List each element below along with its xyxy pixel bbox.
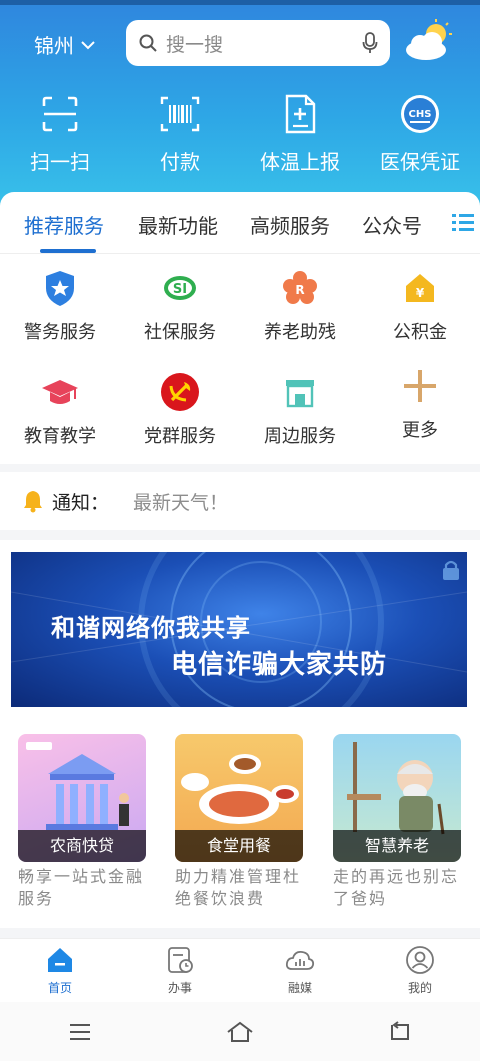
tab-public-account[interactable]: 公众号 xyxy=(362,210,422,239)
elderly-care-icon: R xyxy=(283,271,317,304)
medical-insurance-icon: CHS xyxy=(401,95,439,133)
service-party-label: 党群服务 xyxy=(144,426,216,447)
search-bar[interactable]: 搜一搜 xyxy=(126,20,390,66)
service-party[interactable]: 党群服务 xyxy=(120,372,240,448)
system-navigation xyxy=(0,1002,480,1061)
service-police[interactable]: 警务服务 xyxy=(0,268,120,344)
search-icon xyxy=(139,34,157,52)
bell-icon xyxy=(24,491,42,513)
nav-services-label: 办事 xyxy=(167,981,192,995)
banner-line1: 和谐网络你我共享 xyxy=(51,614,251,642)
menu-icon[interactable] xyxy=(66,1020,94,1044)
notice-bar[interactable]: 通知： 最新天气！ xyxy=(0,472,480,530)
feature-card-loan[interactable]: 农商快贷 畅享一站式金融服务 xyxy=(18,734,146,910)
service-elderly-care[interactable]: R 养老助残 xyxy=(240,268,360,344)
feature-caption-loan: 农商快贷 xyxy=(18,830,146,862)
home-outline-icon[interactable] xyxy=(226,1020,254,1044)
weather-icon[interactable] xyxy=(402,18,456,62)
plus-icon xyxy=(404,370,436,402)
microphone-icon[interactable] xyxy=(362,32,378,54)
service-elderly-care-label: 养老助残 xyxy=(264,322,336,343)
home-icon xyxy=(48,948,72,972)
chevron-down-icon xyxy=(81,40,95,49)
service-tabs: 推荐服务 最新功能 高频服务 公众号 xyxy=(0,192,480,254)
active-tab-indicator xyxy=(40,249,96,253)
feature-image-loan: 农商快贷 xyxy=(18,734,146,862)
service-housing-fund-label: 公积金 xyxy=(393,322,447,343)
service-housing-fund[interactable]: ¥ 公积金 xyxy=(360,268,480,344)
nav-home[interactable]: 首页 xyxy=(0,939,120,1002)
nav-media[interactable]: 融媒 xyxy=(240,939,360,1002)
quick-medical-label: 医保凭证 xyxy=(380,150,460,174)
service-education-label: 教育教学 xyxy=(24,426,96,447)
quick-scan[interactable]: 扫一扫 xyxy=(0,92,120,182)
task-clock-icon xyxy=(168,947,193,973)
city-label: 锦州 xyxy=(34,34,74,58)
feature-desc-canteen: 助力精准管理杜绝餐饮浪费 xyxy=(175,867,302,908)
feature-desc-elderly: 走的再远也别忘了爸妈 xyxy=(333,867,460,908)
service-nearby[interactable]: 周边服务 xyxy=(240,372,360,448)
barcode-icon xyxy=(160,96,200,132)
quick-actions: 扫一扫 付款 体温上报 CHS 医保凭证 xyxy=(0,92,480,182)
search-input[interactable]: 搜一搜 xyxy=(166,30,362,57)
feature-caption-canteen: 食堂用餐 xyxy=(175,830,303,862)
feature-image-canteen: 食堂用餐 xyxy=(175,734,303,862)
banner-anti-fraud[interactable]: 和谐网络你我共享 电信诈骗大家共防 xyxy=(11,552,467,707)
city-selector[interactable]: 锦州 xyxy=(34,30,96,59)
feature-desc-loan: 畅享一站式金融服务 xyxy=(18,867,145,908)
svg-text:SI: SI xyxy=(173,282,187,297)
feature-card-canteen[interactable]: 食堂用餐 助力精准管理杜绝餐饮浪费 xyxy=(175,734,303,910)
quick-pay-label: 付款 xyxy=(160,150,200,174)
svg-text:CHS: CHS xyxy=(409,109,432,120)
feature-caption-elderly: 智慧养老 xyxy=(333,830,461,862)
service-social-security[interactable]: SI 社保服务 xyxy=(120,268,240,344)
graduation-cap-icon xyxy=(42,380,78,404)
services-card: 推荐服务 最新功能 高频服务 公众号 警务服务 SI 社保服务 R 养老助残 ¥… xyxy=(0,192,480,464)
health-report-icon xyxy=(285,94,316,134)
notice-text: 最新天气！ xyxy=(133,491,229,514)
social-security-icon: SI xyxy=(164,276,196,300)
bottom-navigation: 首页 办事 融媒 我的 xyxy=(0,938,480,1002)
lock-icon xyxy=(443,560,459,580)
feature-cards: 农商快贷 畅享一站式金融服务 食堂用餐 助力精准管理杜绝餐饮浪费 智慧养老 走的… xyxy=(0,718,480,928)
notice-label: 通知： xyxy=(52,491,110,514)
tab-frequent[interactable]: 高频服务 xyxy=(250,210,330,239)
nav-media-label: 融媒 xyxy=(287,981,312,995)
feature-card-elderly[interactable]: 智慧养老 走的再远也别忘了爸妈 xyxy=(333,734,461,910)
svg-text:R: R xyxy=(295,283,304,297)
quick-medical-insurance[interactable]: CHS 医保凭证 xyxy=(360,92,480,182)
nav-services[interactable]: 办事 xyxy=(120,939,240,1002)
nav-profile-label: 我的 xyxy=(407,981,432,995)
banner-section: 和谐网络你我共享 电信诈骗大家共防 xyxy=(0,540,480,718)
feature-image-elderly: 智慧养老 xyxy=(333,734,461,862)
quick-pay[interactable]: 付款 xyxy=(120,92,240,182)
back-icon[interactable] xyxy=(386,1020,414,1044)
user-icon xyxy=(406,946,434,974)
service-social-security-label: 社保服务 xyxy=(144,322,216,343)
status-strip xyxy=(0,0,480,5)
header: 锦州 搜一搜 扫一扫 付款 体温上报 CHS 医保凭证 xyxy=(0,0,480,215)
list-menu-icon[interactable] xyxy=(450,210,476,236)
tab-new-features[interactable]: 最新功能 xyxy=(138,210,218,239)
banner-line2: 电信诈骗大家共防 xyxy=(171,650,388,680)
cloud-chart-icon xyxy=(285,950,315,970)
quick-temperature-label: 体温上报 xyxy=(260,150,340,174)
svg-text:¥: ¥ xyxy=(416,286,425,300)
housing-fund-icon: ¥ xyxy=(406,274,434,302)
tab-recommended[interactable]: 推荐服务 xyxy=(24,210,104,239)
police-shield-icon xyxy=(46,271,74,306)
storefront-icon xyxy=(286,380,314,408)
party-emblem-icon xyxy=(161,373,199,411)
service-more[interactable]: 更多 xyxy=(360,366,480,442)
nav-profile[interactable]: 我的 xyxy=(360,939,480,1002)
service-education[interactable]: 教育教学 xyxy=(0,372,120,448)
quick-scan-label: 扫一扫 xyxy=(30,150,90,174)
nav-home-label: 首页 xyxy=(47,981,72,995)
service-more-label: 更多 xyxy=(402,420,438,441)
scan-icon xyxy=(42,96,78,132)
service-nearby-label: 周边服务 xyxy=(264,426,336,447)
service-police-label: 警务服务 xyxy=(24,322,96,343)
quick-temperature-report[interactable]: 体温上报 xyxy=(240,92,360,182)
